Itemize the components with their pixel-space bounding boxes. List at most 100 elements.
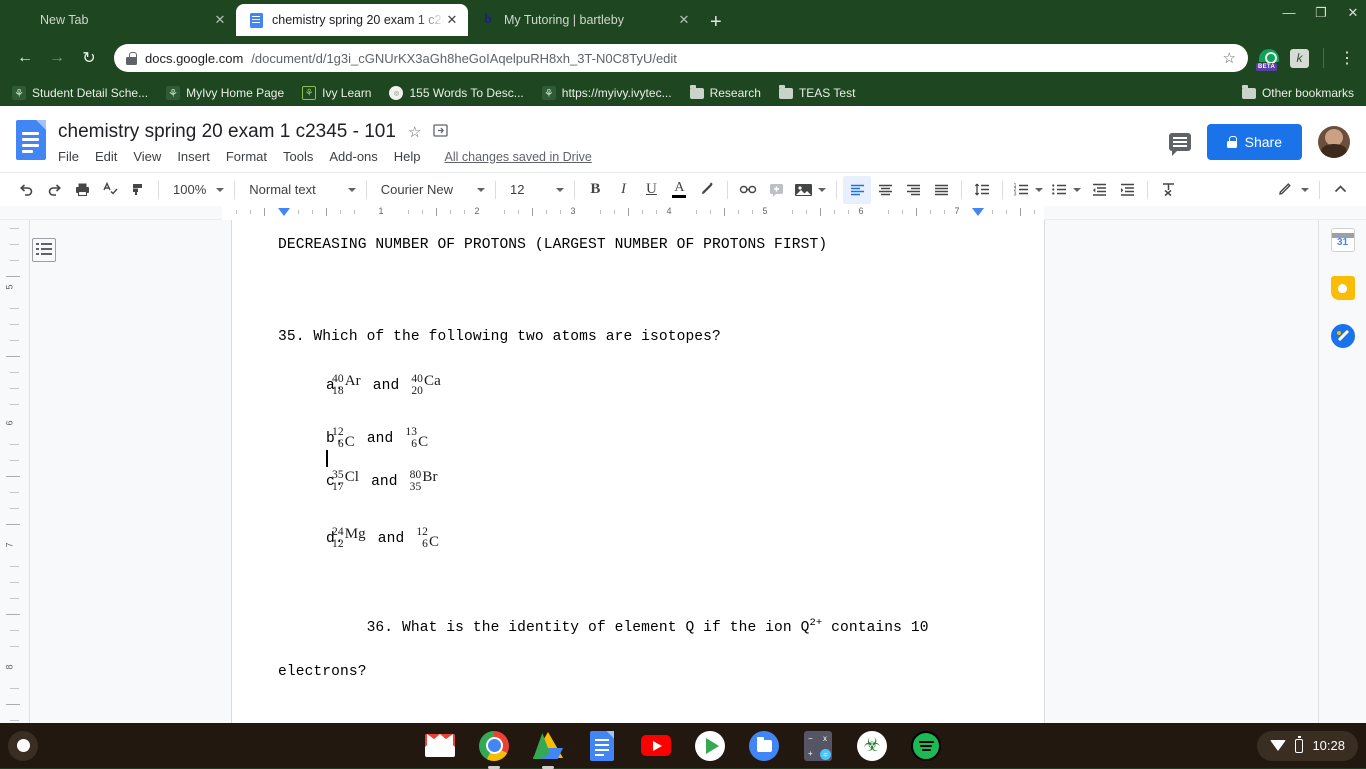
bookmark-folder[interactable]: Research bbox=[690, 86, 761, 100]
google-keep-icon[interactable] bbox=[1331, 276, 1355, 300]
avatar[interactable] bbox=[1318, 126, 1350, 158]
bookmark-item[interactable]: ◎ 155 Words To Desc... bbox=[389, 86, 523, 100]
left-indent-marker[interactable] bbox=[278, 208, 290, 216]
tab-close-button[interactable]: ✕ bbox=[676, 12, 692, 28]
maximize-button[interactable]: ❐ bbox=[1314, 6, 1328, 19]
webmail-icon[interactable]: ☣ bbox=[856, 730, 888, 762]
google-docs-icon[interactable] bbox=[586, 730, 618, 762]
print-button[interactable] bbox=[68, 176, 96, 204]
star-icon[interactable]: ☆ bbox=[408, 123, 421, 141]
isotope-notation-left: 3517 Cl bbox=[332, 470, 359, 493]
right-indent-marker[interactable] bbox=[972, 208, 984, 216]
back-button[interactable]: ← bbox=[10, 43, 40, 73]
document-title[interactable]: chemistry spring 20 exam 1 c2345 - 101 bbox=[58, 121, 396, 143]
bookmark-item[interactable]: ⚘ MyIvy Home Page bbox=[166, 86, 284, 100]
close-window-button[interactable]: ✕ bbox=[1346, 6, 1360, 19]
google-tasks-icon[interactable] bbox=[1331, 324, 1355, 348]
comment-icon[interactable] bbox=[1169, 133, 1191, 151]
menu-file[interactable]: File bbox=[58, 149, 79, 164]
bulleted-list-button[interactable] bbox=[1047, 176, 1085, 204]
document-page[interactable]: DECREASING NUMBER OF PROTONS (LARGEST NU… bbox=[232, 220, 1044, 763]
tab-close-button[interactable]: ✕ bbox=[212, 12, 228, 28]
bookmark-item[interactable]: ⚘ https://myivy.ivytec... bbox=[542, 86, 672, 100]
atomic-number: 6 bbox=[332, 439, 344, 451]
spotify-icon[interactable] bbox=[910, 730, 942, 762]
minimize-button[interactable]: — bbox=[1282, 6, 1296, 19]
redo-button[interactable] bbox=[40, 176, 68, 204]
ruler-number: 3 bbox=[570, 206, 575, 216]
bookmark-star-icon[interactable]: ☆ bbox=[1223, 49, 1236, 67]
browser-tab[interactable]: New Tab ✕ bbox=[4, 4, 236, 36]
align-justify-button[interactable] bbox=[927, 176, 955, 204]
google-calendar-icon[interactable]: 31 bbox=[1331, 228, 1355, 252]
zoom-selector[interactable]: 100% bbox=[165, 176, 228, 204]
clear-formatting-button[interactable] bbox=[1154, 176, 1182, 204]
menu-addons[interactable]: Add-ons bbox=[329, 149, 377, 164]
option-row-a: a. 4018 Ar and 4020 Ca bbox=[278, 374, 998, 397]
undo-button[interactable] bbox=[12, 176, 40, 204]
bold-button[interactable]: B bbox=[581, 176, 609, 204]
align-right-button[interactable] bbox=[899, 176, 927, 204]
system-tray[interactable]: 10:28 bbox=[1257, 731, 1358, 761]
editing-mode-button[interactable] bbox=[1269, 176, 1313, 204]
menu-view[interactable]: View bbox=[133, 149, 161, 164]
menu-format[interactable]: Format bbox=[226, 149, 267, 164]
conjunction: and bbox=[373, 375, 400, 397]
youtube-icon[interactable] bbox=[640, 730, 672, 762]
new-tab-button[interactable]: + bbox=[710, 12, 722, 32]
menu-help[interactable]: Help bbox=[394, 149, 421, 164]
paragraph-style-selector[interactable]: Normal text bbox=[241, 176, 359, 204]
tab-close-button[interactable]: ✕ bbox=[444, 12, 460, 28]
move-to-folder-icon[interactable] bbox=[433, 123, 448, 141]
ruler-track[interactable]: 1 2 3 4 5 6 7 bbox=[222, 206, 1044, 220]
google-docs-logo[interactable] bbox=[14, 118, 50, 164]
document-canvas[interactable]: 5 6 7 8 9 DECREASIN bbox=[0, 220, 1366, 763]
paint-format-button[interactable] bbox=[124, 176, 152, 204]
browser-tab[interactable]: b My Tutoring | bartleby ✕ bbox=[468, 4, 700, 36]
font-size-selector[interactable]: 12 bbox=[502, 176, 568, 204]
files-icon[interactable] bbox=[748, 730, 780, 762]
google-drive-icon[interactable] bbox=[532, 730, 564, 762]
menu-insert[interactable]: Insert bbox=[177, 149, 210, 164]
calculator-icon[interactable]: −x += bbox=[802, 730, 834, 762]
align-center-button[interactable] bbox=[871, 176, 899, 204]
text-color-button[interactable]: A bbox=[665, 176, 693, 204]
share-button[interactable]: Share bbox=[1207, 124, 1302, 160]
increase-indent-button[interactable] bbox=[1113, 176, 1141, 204]
decrease-indent-button[interactable] bbox=[1085, 176, 1113, 204]
insert-link-button[interactable] bbox=[734, 176, 762, 204]
address-bar[interactable]: docs.google.com/document/d/1g3i_cGNUrKX3… bbox=[114, 44, 1248, 72]
other-bookmarks-folder[interactable]: Other bookmarks bbox=[1242, 86, 1354, 100]
chrome-menu-button[interactable]: ⋮ bbox=[1338, 48, 1356, 68]
google-play-icon[interactable] bbox=[694, 730, 726, 762]
forward-button[interactable]: → bbox=[42, 43, 72, 73]
highlight-color-button[interactable] bbox=[693, 176, 721, 204]
align-left-button[interactable] bbox=[843, 176, 871, 204]
save-status[interactable]: All changes saved in Drive bbox=[445, 150, 592, 164]
chrome-icon[interactable] bbox=[478, 730, 510, 762]
gmail-icon[interactable] bbox=[424, 730, 456, 762]
divider bbox=[1002, 181, 1003, 199]
menu-edit[interactable]: Edit bbox=[95, 149, 117, 164]
kami-extension-icon[interactable]: k bbox=[1290, 49, 1309, 68]
add-comment-button[interactable] bbox=[762, 176, 790, 204]
line-spacing-button[interactable] bbox=[968, 176, 996, 204]
collapse-toolbar-button[interactable] bbox=[1326, 176, 1354, 204]
horizontal-ruler[interactable]: 1 2 3 4 5 6 7 bbox=[0, 206, 1366, 220]
insert-image-button[interactable] bbox=[790, 176, 830, 204]
bookmark-folder[interactable]: TEAS Test bbox=[779, 86, 855, 100]
document-content[interactable]: DECREASING NUMBER OF PROTONS (LARGEST NU… bbox=[232, 220, 1044, 763]
bookmark-item[interactable]: ⚘ Student Detail Sche... bbox=[12, 86, 148, 100]
bookmark-item[interactable]: ⚘ Ivy Learn bbox=[302, 86, 371, 100]
reload-button[interactable]: ↻ bbox=[74, 43, 104, 73]
font-selector[interactable]: Courier New bbox=[373, 176, 489, 204]
underline-button[interactable]: U bbox=[637, 176, 665, 204]
vertical-ruler[interactable]: 5 6 7 8 9 bbox=[0, 220, 30, 763]
italic-button[interactable]: I bbox=[609, 176, 637, 204]
menu-tools[interactable]: Tools bbox=[283, 149, 313, 164]
numbered-list-button[interactable]: 123 bbox=[1009, 176, 1047, 204]
grammar-extension-icon[interactable]: BETA bbox=[1258, 47, 1280, 69]
browser-tab-active[interactable]: chemistry spring 20 exam 1 c23 ✕ bbox=[236, 4, 468, 36]
document-outline-icon[interactable] bbox=[32, 238, 56, 262]
spelling-check-button[interactable] bbox=[96, 176, 124, 204]
